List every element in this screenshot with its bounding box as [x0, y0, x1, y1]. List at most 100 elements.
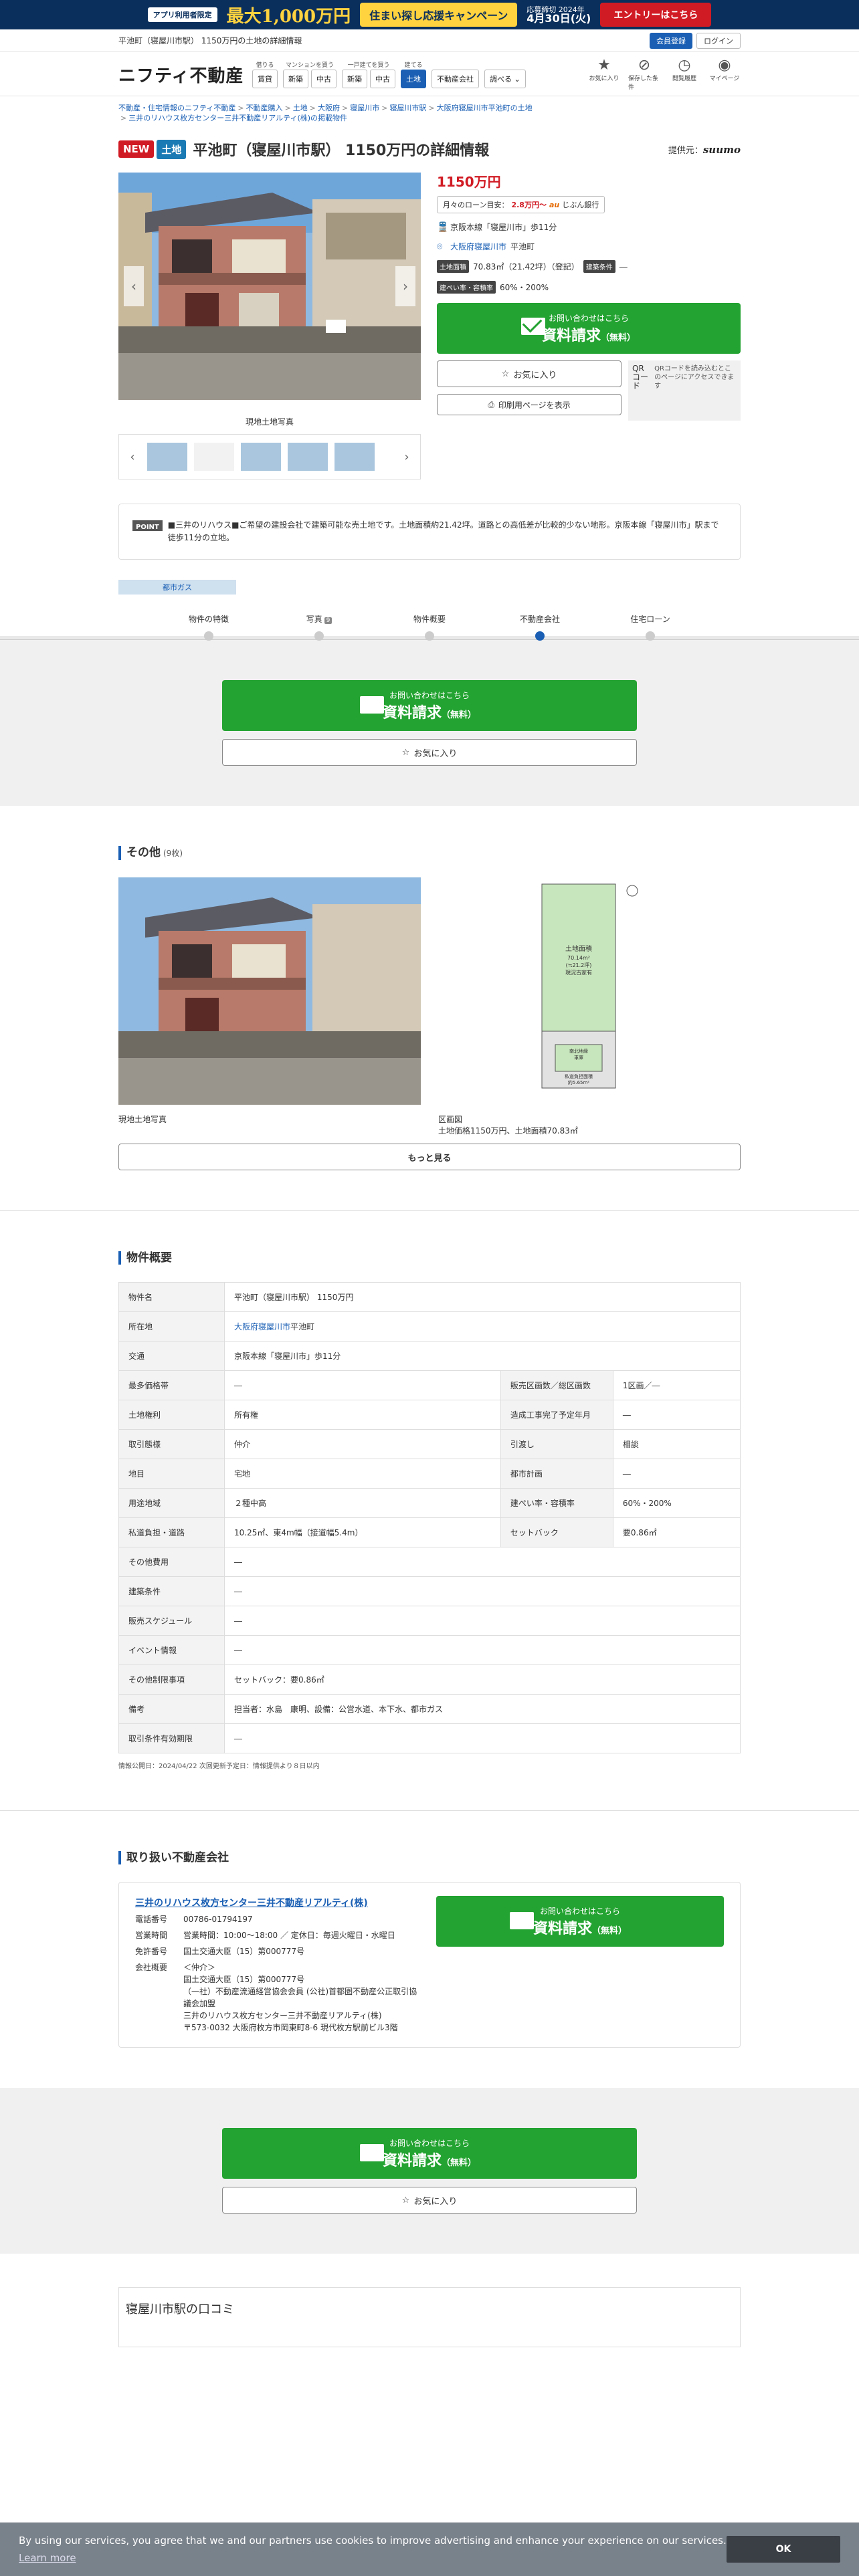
row-label: 備考: [118, 1694, 225, 1724]
request-info-button-2[interactable]: お問い合わせはこちら 資料請求（無料）: [222, 680, 637, 731]
favorites-icon: ★: [597, 57, 611, 74]
plan-label: (≒21.2坪): [566, 962, 592, 968]
nav-group: 借りる 賃貸: [252, 60, 278, 88]
breadcrumb-link[interactable]: 土地: [293, 104, 308, 112]
nav-button[interactable]: 調べる ⌄: [484, 70, 526, 88]
thumb-next-icon[interactable]: ›: [399, 450, 415, 464]
banner-campaign: 住まい探し応援キャンペーン: [360, 3, 518, 27]
request-info-button[interactable]: お問い合わせはこちら 資料請求（無料）: [437, 303, 741, 354]
section-tab[interactable]: 物件概要: [393, 613, 466, 641]
thumbnail[interactable]: [147, 443, 187, 471]
nav-button[interactable]: 賃貸: [252, 70, 278, 88]
promo-banner[interactable]: アプリ利用者限定 最大1,000万円 住まい探し応援キャンペーン 応募締切 20…: [0, 0, 859, 29]
row-value: ２種中高: [224, 1488, 501, 1518]
banner-chip: アプリ利用者限定: [147, 7, 217, 22]
section-tab[interactable]: 不動産会社: [503, 613, 577, 641]
nav-button[interactable]: 不動産会社: [432, 70, 479, 88]
history-icon: ◷: [678, 57, 691, 74]
favorite-button-2[interactable]: ☆ お気に入り: [222, 739, 637, 766]
breadcrumb-sep: >: [428, 104, 435, 112]
request-info-button-3[interactable]: お問い合わせはこちら 資料請求（無料）: [436, 1896, 724, 1947]
page-title-row: NEW 土地 平池町（寝屋川市駅） 1150万円の詳細情報 提供元：suumo: [118, 138, 741, 160]
company-info-value: ＜仲介＞ 国土交通大臣（15）第000777号 （一社）不動産流通経営協会会員 …: [183, 1963, 417, 2032]
nav-button[interactable]: 新築: [342, 70, 367, 88]
register-button[interactable]: 会員登録: [650, 32, 692, 49]
breadcrumb-link[interactable]: 三井のリハウス枚方センター三井不動産リアルティ(株)の掲載物件: [128, 114, 347, 122]
next-arrow-icon[interactable]: ›: [395, 266, 415, 306]
print-button[interactable]: ⎙ 印刷用ページを表示: [437, 394, 622, 415]
nav-button[interactable]: 中古: [370, 70, 395, 88]
address-link[interactable]: 大阪府寝屋川市: [234, 1322, 290, 1331]
breadcrumb-link[interactable]: 不動産購入: [246, 104, 283, 112]
breadcrumb-link[interactable]: 大阪府: [318, 104, 340, 112]
tab-indicator: [425, 631, 434, 641]
nav-group-caption: 借りる: [256, 62, 274, 69]
breadcrumb-link[interactable]: 不動産・住宅情報のニフティ不動産: [118, 104, 235, 112]
price: 1150万円: [437, 174, 501, 190]
breadcrumb-link[interactable]: 寝屋川市: [350, 104, 379, 112]
row-label: 引渡し: [500, 1429, 613, 1459]
nav-mypage[interactable]: ◉ マイページ: [708, 58, 741, 91]
prev-arrow-icon[interactable]: ‹: [124, 266, 144, 306]
thumbnail[interactable]: [241, 443, 281, 471]
others-caption: 現地土地写真: [118, 1115, 167, 1124]
section-tab[interactable]: 住宅ローン: [613, 613, 687, 641]
plot-plan[interactable]: 土地面積 70.14m² (≒21.2坪) 現況古家有 南北地縁 車庫 私道負担…: [438, 877, 741, 1105]
nav-saved-search[interactable]: ⊘ 保存した条件: [628, 58, 660, 92]
favorite-button[interactable]: ☆ お気に入り: [437, 360, 622, 387]
nav-button[interactable]: 中古: [311, 70, 337, 88]
table-row: 最多価格帯 ― 販売区画数／総区画数 1区画／―: [118, 1370, 741, 1400]
favorite-button-3[interactable]: ☆ お気に入り: [222, 2187, 637, 2214]
learn-more-link[interactable]: Learn more: [19, 2552, 76, 2564]
section-tab[interactable]: 物件の特徴: [172, 613, 246, 641]
company-info-row: 免許番号 国土交通大臣（15）第000777号: [135, 1945, 423, 1957]
nav-button[interactable]: 土地: [401, 70, 426, 88]
feature-tag: 都市ガス: [118, 580, 236, 595]
cookie-ok-button[interactable]: OK: [727, 2536, 840, 2563]
thumb-prev-icon[interactable]: ‹: [124, 450, 140, 464]
main-photo[interactable]: ‹ ›: [118, 173, 421, 400]
mypage-icon: ◉: [718, 57, 731, 74]
row-value: 大阪府寝屋川市平池町: [224, 1311, 741, 1341]
mail-icon: [360, 696, 384, 714]
breadcrumb-link[interactable]: 大阪府寝屋川市平池町の土地: [437, 104, 533, 112]
qr-code: QRコード: [632, 364, 649, 391]
others-item[interactable]: 土地面積 70.14m² (≒21.2坪) 現況古家有 南北地縁 車庫 私道負担…: [438, 877, 741, 1137]
others-photo[interactable]: [118, 877, 421, 1105]
address-link[interactable]: 大阪府寝屋川市: [450, 241, 506, 252]
more-button[interactable]: もっと見る: [118, 1144, 741, 1170]
cta-section-2: お問い合わせはこちら 資料請求（無料） ☆ お気に入り: [0, 2088, 859, 2254]
company-info-value: 営業時間：10:00〜18:00 ／ 定休日：毎週火曜日・水曜日: [183, 1931, 395, 1940]
row-value: 要0.86㎡: [612, 1517, 741, 1547]
breadcrumb-sep: >: [237, 104, 244, 112]
nav-favorites[interactable]: ★ お気に入り: [588, 58, 620, 91]
section-tabs: 物件の特徴 写真 9 物件概要 不動産会社 住宅ローン: [118, 613, 741, 641]
nav-group: 建てる 土地: [401, 60, 426, 88]
others-item[interactable]: 現地土地写真: [118, 877, 421, 1137]
point-box: POINT ■三井のリハウス■ご希望の建設会社で建築可能な売土地です。土地面積約…: [118, 504, 741, 560]
cookie-text: By using our services, you agree that we…: [19, 2535, 727, 2547]
company-name-link[interactable]: 三井のリハウス枚方センター三井不動産リアルティ(株): [135, 1896, 423, 1909]
loan-estimate[interactable]: 月々のローン目安： 2.8万円〜 au じぶん銀行: [437, 196, 605, 213]
site-logo[interactable]: ニフティ不動産: [118, 62, 252, 87]
row-value: 所有権: [224, 1400, 501, 1430]
nav-group: 不動産会社: [432, 60, 479, 88]
row-label: 所在地: [118, 1311, 225, 1341]
thumbnail[interactable]: [335, 443, 375, 471]
entry-button[interactable]: エントリーはこちら: [600, 3, 712, 27]
row-label: 私道負担・道路: [118, 1517, 225, 1547]
nav-button[interactable]: 新築: [283, 70, 308, 88]
thumbnail[interactable]: [288, 443, 328, 471]
breadcrumb-link[interactable]: 寝屋川市駅: [389, 104, 426, 112]
request-info-button-4[interactable]: お問い合わせはこちら 資料請求（無料）: [222, 2128, 637, 2179]
row-value: ―: [224, 1606, 741, 1636]
au-logo: au: [549, 200, 560, 209]
row-value: ―: [224, 1576, 741, 1606]
row-label: 都市計画: [500, 1459, 613, 1489]
row-label: 土地権利: [118, 1400, 225, 1430]
section-tab[interactable]: 写真 9: [282, 613, 356, 641]
thumbnail[interactable]: [194, 443, 234, 471]
tab-indicator: [646, 631, 655, 641]
nav-history[interactable]: ◷ 閲覧履歴: [668, 58, 700, 91]
login-button[interactable]: ログイン: [696, 32, 741, 49]
